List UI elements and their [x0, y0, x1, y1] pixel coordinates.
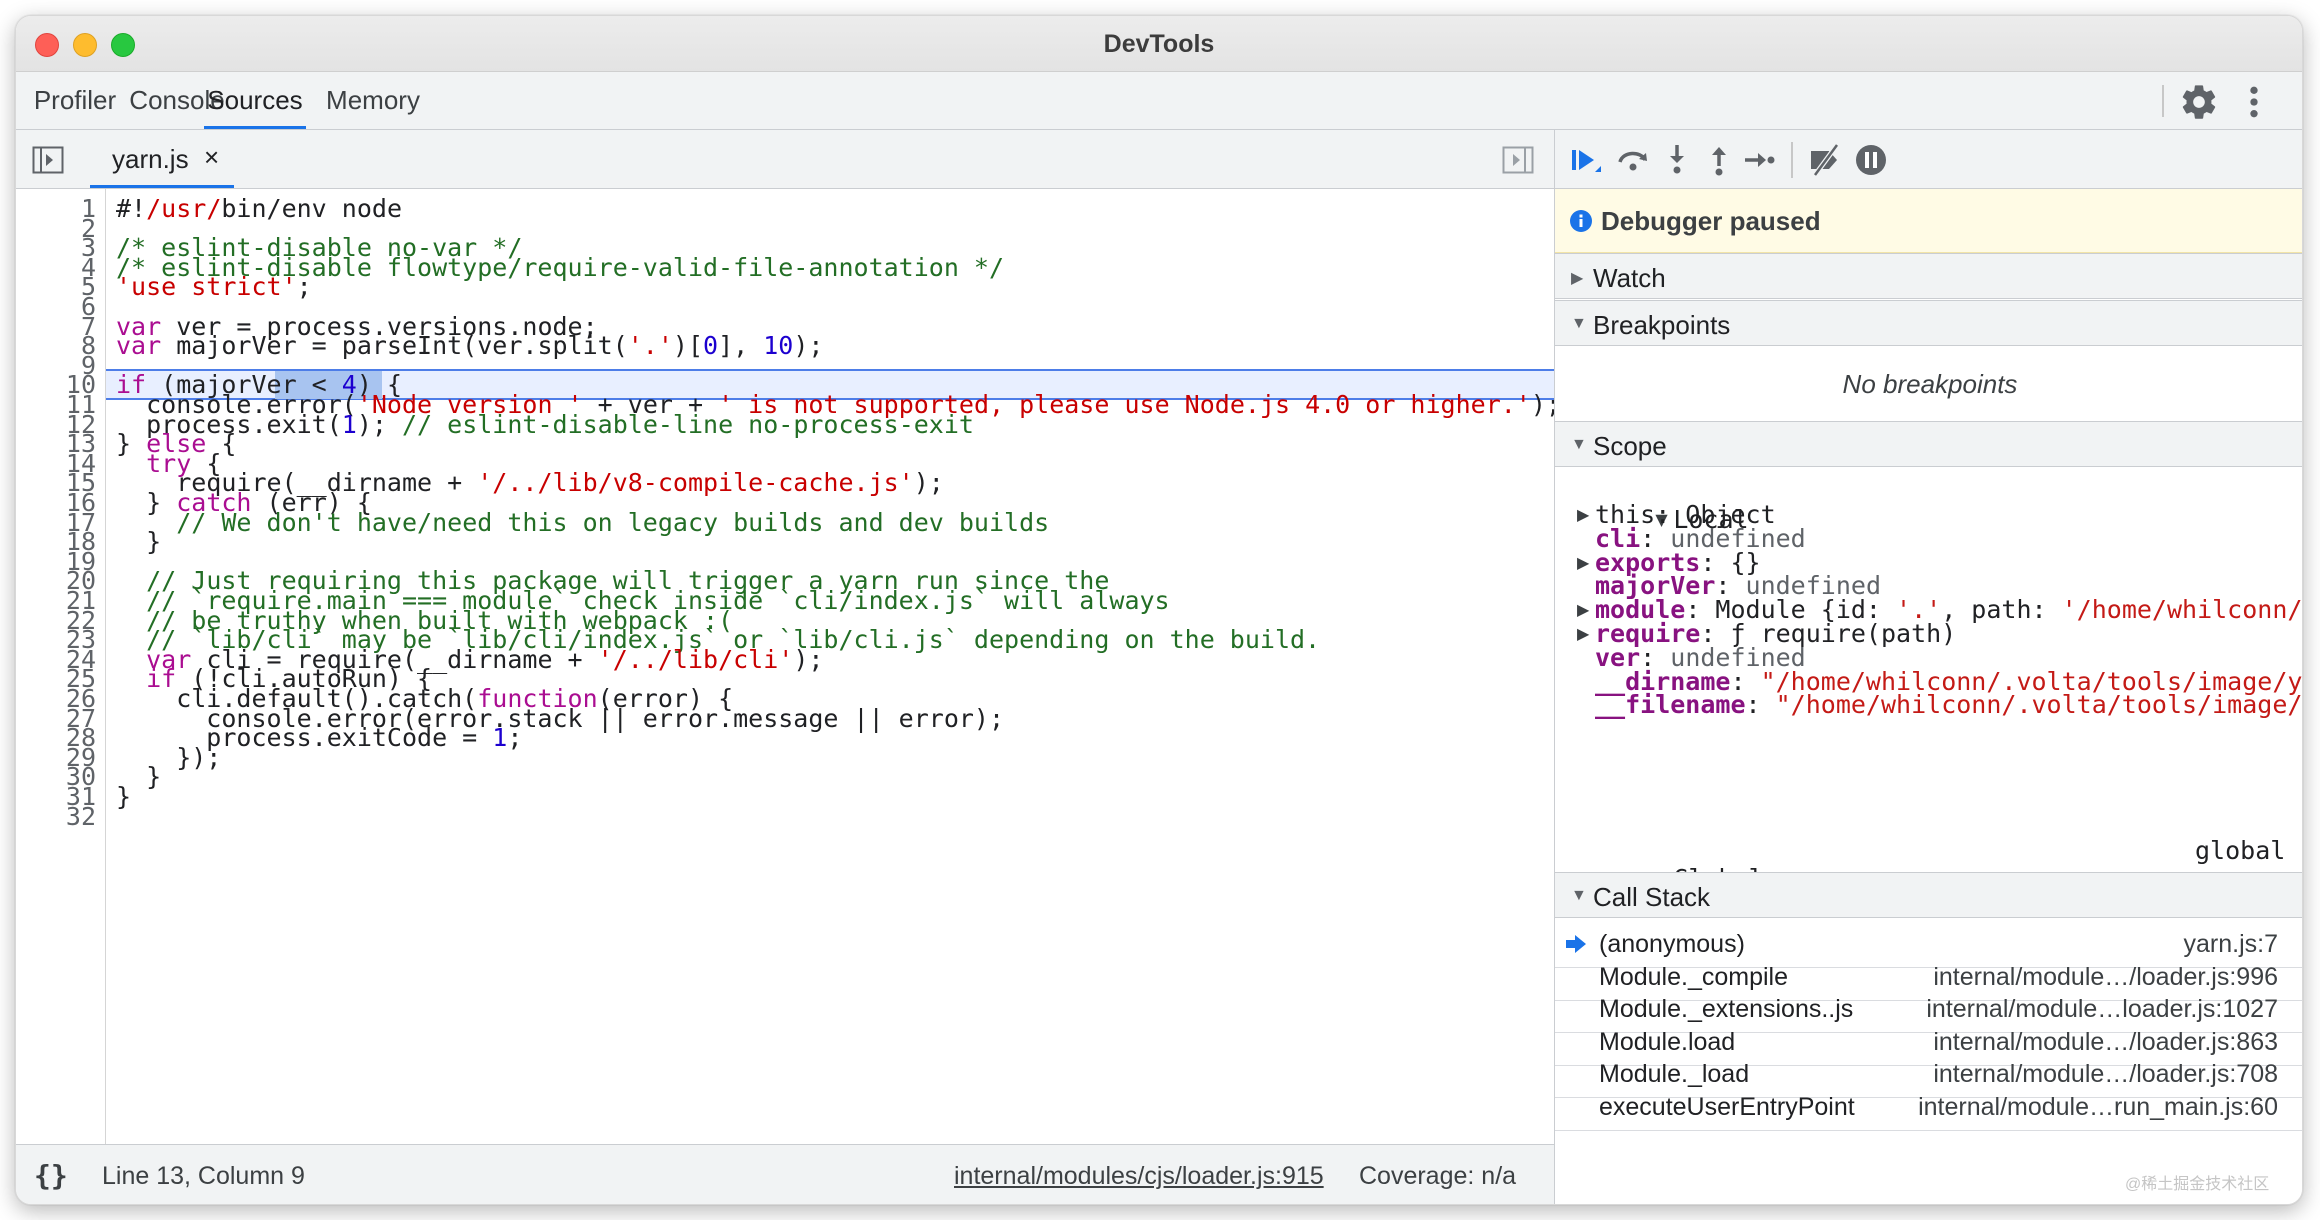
scope-section-header[interactable]: ▼ Scope	[1555, 421, 2302, 467]
step-over-icon[interactable]	[1615, 142, 1651, 178]
code-line: // We don't have/need this on legacy bui…	[176, 507, 1050, 537]
watermark: @稀土掘金技术社区	[2125, 1176, 2270, 1193]
window-title: DevTools	[1103, 30, 1215, 58]
current-frame-arrow-icon	[1566, 935, 1586, 953]
file-tab-label: yarn.js	[112, 144, 189, 174]
toolbar-divider	[1791, 142, 1793, 178]
source-location-link[interactable]: internal/modules/cjs/loader.js:915	[954, 1162, 1324, 1191]
collapse-arrow-icon: ▼	[1571, 887, 1587, 904]
toggle-debugger-sidebar-icon[interactable]	[1502, 146, 1534, 174]
coverage-status: Coverage: n/a	[1359, 1162, 1517, 1190]
panel-tab-bar: Profiler Console Sources Memory	[16, 72, 2302, 130]
step-out-icon[interactable]	[1701, 142, 1737, 178]
call-frame[interactable]: executeUserEntryPoint internal/module…run…	[1555, 1083, 2302, 1131]
breakpoints-label: Breakpoints	[1593, 310, 1731, 340]
paused-message: Debugger paused	[1601, 206, 1821, 236]
editor-tab-bar: yarn.js ×	[16, 130, 1554, 189]
expand-arrow-icon: ▶	[1571, 270, 1584, 287]
line-number-gutter[interactable]: 1 2 3 4 5 6 7 8 9 10 11 12 13 14 15 16 17 18 19 20 21 22 23 24 2…	[16, 189, 106, 1144]
collapse-arrow-icon: ▼	[1571, 436, 1587, 453]
code-line: }	[116, 527, 162, 557]
debugger-paused-banner: Debugger paused	[1555, 189, 2302, 253]
editor-panel: yarn.js × 1 2 3 4 5 6 7 8 9 10 11 12 13 14 15 16 17 18 19 2…	[16, 130, 1554, 1204]
code-line: }	[116, 782, 132, 811]
frame-name: executeUserEntryPoint	[1599, 1093, 1855, 1121]
collapse-arrow-icon: ▼	[1571, 315, 1587, 332]
step-icon[interactable]	[1741, 142, 1777, 178]
line-number[interactable]: 32	[16, 802, 96, 831]
deactivate-breakpoints-icon[interactable]	[1807, 142, 1843, 178]
code-line: #!/usr/bin/env node	[116, 194, 402, 223]
no-breakpoints-message: No breakpoints	[1842, 369, 2018, 399]
gear-icon[interactable]	[2179, 82, 2219, 122]
tab-memory[interactable]: Memory	[320, 72, 426, 129]
watch-label: Watch	[1593, 263, 1666, 293]
scope-variable-row[interactable]: __filename: "/home/whilconn/.volta/tools…	[1577, 690, 2302, 720]
code-editor[interactable]: 1 2 3 4 5 6 7 8 9 10 11 12 13 14 15 16 17 18 19 20 21 22 23 24 2…	[16, 189, 1554, 1144]
step-into-icon[interactable]	[1659, 142, 1695, 178]
cursor-position: Line 13, Column 9	[102, 1162, 305, 1190]
tab-sources[interactable]: Sources	[204, 72, 306, 129]
debugger-toolbar	[1555, 130, 2302, 189]
debugger-sidebar: Debugger paused ▶ Watch ▼ Breakpoints No…	[1554, 130, 2302, 1204]
global-value: global	[2195, 836, 2286, 865]
pretty-print-icon[interactable]: {}	[34, 1159, 68, 1192]
close-tab-icon[interactable]: ×	[204, 142, 219, 173]
watch-section-header[interactable]: ▶ Watch	[1555, 253, 2302, 299]
editor-status-bar: {} Line 13, Column 9 internal/modules/cj…	[16, 1144, 1554, 1204]
tab-profiler[interactable]: Profiler	[30, 72, 120, 129]
scope-label: Scope	[1593, 431, 1667, 461]
toolbar-divider	[2162, 85, 2164, 117]
devtools-window: DevTools Profiler Console Sources Memory…	[15, 15, 2303, 1205]
title-bar: DevTools	[16, 16, 2302, 72]
toggle-navigator-icon[interactable]	[32, 146, 64, 174]
file-tab-yarn-js[interactable]: yarn.js ×	[90, 130, 234, 188]
breakpoints-section-header[interactable]: ▼ Breakpoints	[1555, 300, 2302, 346]
code-line: process.exit(1); // eslint-disable-line …	[116, 409, 974, 439]
resume-icon[interactable]	[1567, 142, 1603, 178]
frame-location[interactable]: internal/module…run_main.js:60	[1918, 1093, 2278, 1122]
more-options-icon[interactable]	[2244, 82, 2264, 122]
callstack-section-header[interactable]: ▼ Call Stack	[1555, 872, 2302, 918]
code-line: var majorVer = parseInt(ver.split('.')[0…	[116, 331, 824, 361]
code-line: 'use strict';	[116, 272, 312, 302]
pause-on-exceptions-icon[interactable]	[1853, 142, 1889, 178]
info-icon	[1570, 210, 1592, 232]
callstack-label: Call Stack	[1593, 882, 1711, 912]
